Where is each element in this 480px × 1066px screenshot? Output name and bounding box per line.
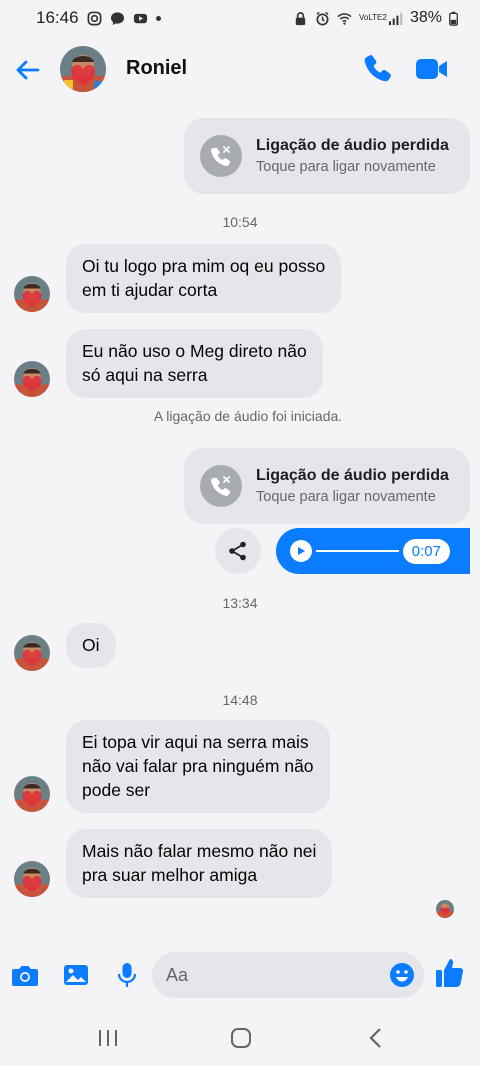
timestamp: 13:34 (222, 595, 258, 611)
share-button[interactable] (215, 528, 261, 574)
missed-call-title: Ligação de áudio perdida (256, 467, 449, 484)
alarm-icon (316, 11, 329, 25)
message-list[interactable]: Ligação de áudio perdida Toque para liga… (0, 102, 480, 940)
message-input-wrapper (152, 952, 424, 998)
sender-avatar[interactable] (14, 776, 50, 812)
share-icon (229, 541, 246, 561)
system-navigation-bar (0, 1010, 480, 1066)
status-time: 16:46 (36, 8, 79, 27)
audio-progress-track[interactable] (316, 550, 399, 552)
missed-call-icon (200, 465, 242, 507)
sender-avatar[interactable] (14, 361, 50, 397)
play-icon[interactable] (290, 540, 312, 562)
emoji-icon[interactable] (388, 961, 416, 989)
phone-icon[interactable] (360, 52, 394, 86)
home-icon[interactable] (227, 1024, 255, 1052)
camera-icon[interactable] (10, 960, 40, 990)
recent-apps-icon[interactable] (94, 1024, 122, 1052)
message-input[interactable] (166, 952, 366, 998)
image-icon[interactable] (61, 960, 91, 990)
notification-dot-icon (155, 15, 161, 21)
seen-indicator-avatar (436, 900, 454, 918)
message-line: Oi (82, 635, 100, 655)
missed-call-title: Ligação de áudio perdida (256, 137, 449, 154)
contact-avatar[interactable] (60, 46, 106, 92)
audio-duration: 0:07 (402, 538, 450, 564)
message-line: Oi tu logo pra mim oq eu posso (82, 256, 326, 276)
signal-bars-icon (388, 12, 403, 25)
missed-call-subtitle: Toque para ligar novamente (256, 159, 436, 175)
system-notice: A ligação de áudio foi iniciada. (153, 408, 343, 424)
timestamp: 10:54 (222, 214, 258, 230)
message-line: pra suar melhor amiga (82, 865, 258, 885)
message-composer (0, 944, 480, 1008)
missed-call-card[interactable]: Ligação de áudio perdida Toque para liga… (184, 448, 470, 524)
network-type-label: VoLTE2 (358, 13, 387, 22)
received-message[interactable]: Mais não falar mesmo não nei pra suar me… (66, 829, 333, 898)
message-line: só aqui na serra (82, 365, 208, 385)
battery-icon (449, 11, 458, 26)
sender-avatar[interactable] (14, 635, 50, 671)
lock-icon (295, 11, 306, 25)
received-message[interactable]: Eu não uso o Meg direto não só aqui na s… (66, 329, 323, 398)
conversation-header: Roniel (0, 36, 480, 102)
missed-call-card[interactable]: Ligação de áudio perdida Toque para liga… (184, 118, 470, 194)
message-line: Eu não uso o Meg direto não (82, 341, 307, 361)
received-message[interactable]: Oi (66, 623, 116, 668)
contact-name[interactable]: Roniel (126, 57, 187, 80)
microphone-icon[interactable] (112, 960, 142, 990)
voice-message[interactable]: 0:07 (276, 528, 470, 574)
chat-bubble-icon (110, 11, 124, 25)
sender-avatar[interactable] (14, 861, 50, 897)
battery-percent: 38% (409, 9, 442, 26)
sender-avatar[interactable] (14, 276, 50, 312)
missed-call-subtitle: Toque para ligar novamente (256, 489, 436, 505)
status-bar: 16:46 VoLTE2 38% (0, 0, 480, 36)
message-line: em ti ajudar corta (82, 280, 218, 300)
video-camera-icon[interactable] (414, 52, 450, 86)
message-line: não vai falar pra ninguém não (82, 756, 314, 776)
instagram-icon (87, 11, 101, 25)
message-line: Ei topa vir aqui na serra mais (82, 732, 309, 752)
youtube-icon (133, 13, 147, 23)
back-arrow-icon[interactable] (12, 54, 44, 86)
timestamp: 14:48 (222, 692, 258, 708)
message-line: Mais não falar mesmo não nei (82, 841, 317, 861)
received-message[interactable]: Ei topa vir aqui na serra mais não vai f… (66, 720, 330, 813)
received-message[interactable]: Oi tu logo pra mim oq eu posso em ti aju… (66, 244, 342, 313)
wifi-icon (337, 12, 352, 25)
message-line: pode ser (82, 780, 151, 800)
thumbs-up-icon[interactable] (434, 956, 466, 990)
back-icon[interactable] (362, 1024, 390, 1052)
missed-call-icon (200, 135, 242, 177)
